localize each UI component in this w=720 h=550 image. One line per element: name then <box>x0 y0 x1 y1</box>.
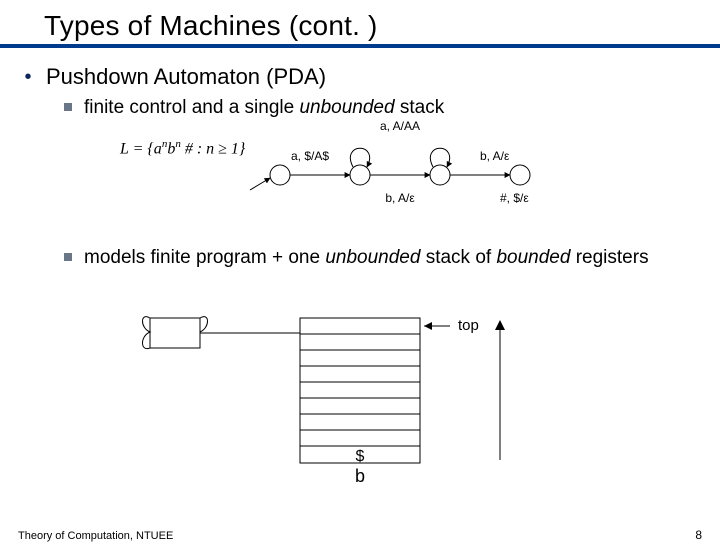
level2-text-1: finite control and a single unbounded st… <box>84 96 444 120</box>
sub2-italic1: unbounded <box>325 247 420 268</box>
sub1-italic: unbounded <box>299 97 394 118</box>
sub2-mid: stack of <box>420 247 496 268</box>
title-bar: Types of Machines (cont. ) <box>0 10 720 48</box>
level2-text-2: models finite program + one unbounded st… <box>84 246 649 270</box>
sub2-pre: models finite program + one <box>84 247 325 268</box>
lbl-b-Aeps-top: b, A/ε <box>480 149 510 163</box>
lbl-a-AAA: a, A/AA <box>380 120 420 133</box>
bullet-level1: • Pushdown Automaton (PDA) <box>20 64 700 90</box>
lbl-hash-dollar: #, $/ε <box>500 191 529 205</box>
slide-footer: Theory of Computation, NTUEE <box>18 530 173 542</box>
bullet-dot: • <box>20 64 36 90</box>
stack-body: $ <box>300 318 420 465</box>
pda-diagram: a, A/AA a, $/A$ b, A/ε b, A/ε #, $/ε <box>240 120 580 210</box>
square-bullet-icon <box>64 103 72 111</box>
bullet-level2-1: finite control and a single unbounded st… <box>64 96 700 120</box>
slide-title: Types of Machines (cont. ) <box>44 10 720 42</box>
level1-text: Pushdown Automaton (PDA) <box>46 64 326 90</box>
formula-hash: # : <box>181 140 206 157</box>
lbl-a-dollarA: a, $/A$ <box>291 149 329 163</box>
sub2-italic2: bounded <box>496 247 570 268</box>
stack-top-label: top <box>458 317 479 334</box>
sub1-post: stack <box>395 97 445 118</box>
sub1-pre: finite control and a single <box>84 97 299 118</box>
bullet-level2-2: models finite program + one unbounded st… <box>64 246 700 270</box>
stack-bottom-b: b <box>355 466 365 486</box>
stack-bottom-dollar: $ <box>356 448 365 465</box>
lbl-b-Aeps-bot: b, A/ε <box>385 191 415 205</box>
square-bullet-icon <box>64 253 72 261</box>
stack-illustration: $ b top <box>0 300 720 490</box>
sub2-post: registers <box>570 247 648 268</box>
formula-L: L = {a <box>120 140 162 157</box>
